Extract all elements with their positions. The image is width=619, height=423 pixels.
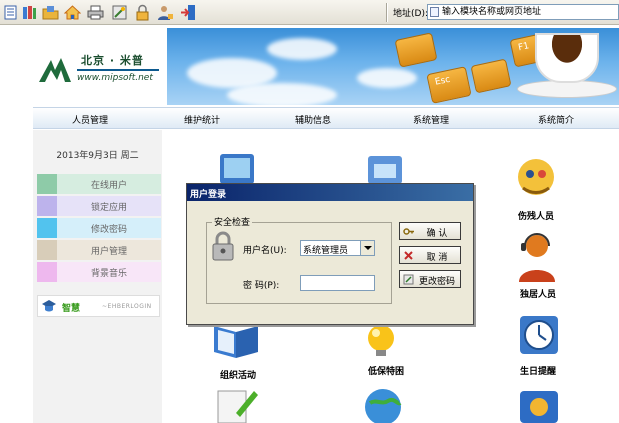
app-label-living-alone: 独居人员 bbox=[520, 290, 557, 300]
logo-chinese: 北京 · 米普 bbox=[81, 54, 144, 67]
main-nav: 人员管理 维护统计 辅助信息 系统管理 系统简介 bbox=[33, 107, 619, 129]
sidebar-item-user-management[interactable]: 用户管理 bbox=[37, 240, 161, 260]
logo-url: www.mipsoft.net bbox=[77, 73, 153, 83]
sidebar-brand: 智慧 ~EHBERLOGIN bbox=[37, 295, 160, 317]
logo-mark-icon bbox=[39, 58, 71, 82]
password-input[interactable] bbox=[300, 275, 375, 291]
nav-item-personnel[interactable]: 人员管理 bbox=[72, 113, 108, 126]
change-password-label: 更改密码 bbox=[418, 277, 455, 287]
confirm-button[interactable]: 确 认 bbox=[399, 222, 461, 240]
tools-folder-icon[interactable] bbox=[516, 383, 562, 423]
page-icon bbox=[430, 7, 439, 17]
toolbar-separator bbox=[386, 3, 388, 22]
color-swatch bbox=[37, 240, 57, 260]
key-icon bbox=[403, 228, 414, 235]
document-pen-icon[interactable] bbox=[210, 383, 262, 423]
home-icon[interactable] bbox=[64, 4, 81, 21]
list-icon[interactable] bbox=[2, 4, 19, 21]
birthday-clock-icon[interactable] bbox=[516, 312, 562, 358]
address-label: 地址(D): bbox=[393, 9, 428, 19]
cancel-button[interactable]: 取 消 bbox=[399, 246, 461, 264]
confirm-label: 确 认 bbox=[426, 229, 448, 239]
graduation-cap-icon bbox=[42, 300, 56, 312]
current-date: 2013年9月3日 周二 bbox=[56, 151, 139, 161]
chevron-down-icon[interactable] bbox=[360, 241, 374, 255]
sidebar-item-change-password[interactable]: 修改密码 bbox=[37, 218, 161, 238]
color-swatch bbox=[37, 174, 57, 194]
toolbar: 地址(D): 输入模块名称或网页地址 bbox=[0, 0, 619, 25]
exit-icon[interactable] bbox=[180, 4, 197, 21]
color-swatch bbox=[37, 262, 57, 282]
header-banner: Esc F1 bbox=[167, 28, 619, 105]
living-alone-icon[interactable] bbox=[515, 230, 559, 282]
nav-item-about[interactable]: 系统简介 bbox=[538, 113, 574, 126]
book-activity-icon[interactable] bbox=[210, 320, 262, 360]
printer-icon[interactable] bbox=[87, 4, 104, 21]
company-logo: 北京 · 米普 www.mipsoft.net bbox=[33, 28, 167, 105]
nav-item-system[interactable]: 系统管理 bbox=[413, 113, 449, 126]
hidden-app-icon[interactable] bbox=[360, 150, 410, 186]
sidebar-item-label: 锁定应用 bbox=[90, 203, 127, 213]
login-dialog: 用户登录 安全检查 用户名(U): 系统管理员 密 码(P): 确 认 取 消 … bbox=[186, 183, 474, 325]
color-swatch bbox=[37, 196, 57, 216]
folder-icon[interactable] bbox=[42, 4, 59, 21]
address-input[interactable]: 输入模块名称或网页地址 bbox=[427, 4, 619, 20]
username-value: 系统管理员 bbox=[303, 246, 349, 256]
subsidy-bulb-icon[interactable] bbox=[366, 320, 396, 358]
sidebar: 2013年9月3日 周二 在线用户 锁定应用 修改密码 用户管理 背景音乐 智慧… bbox=[33, 130, 162, 423]
close-icon bbox=[404, 251, 413, 260]
padlock-icon bbox=[212, 231, 234, 261]
sidebar-item-lock-app[interactable]: 锁定应用 bbox=[37, 196, 161, 216]
lock-icon[interactable] bbox=[134, 4, 151, 21]
tools-icon[interactable] bbox=[111, 4, 128, 21]
change-password-button[interactable]: 更改密码 bbox=[399, 270, 461, 288]
keyboard-key bbox=[470, 58, 512, 94]
sidebar-item-online-users[interactable]: 在线用户 bbox=[37, 174, 161, 194]
cloud bbox=[357, 68, 417, 88]
logo-divider bbox=[77, 69, 159, 71]
brand-chinese: 智慧 bbox=[62, 304, 81, 314]
sidebar-item-label: 背景音乐 bbox=[90, 269, 127, 279]
disabled-person-icon[interactable] bbox=[513, 154, 559, 200]
user-lock-icon[interactable] bbox=[157, 4, 174, 21]
app-label-birthday: 生日提醒 bbox=[520, 367, 557, 377]
app-label-disabled: 伤残人员 bbox=[518, 212, 555, 222]
address-placeholder: 输入模块名称或网页地址 bbox=[442, 7, 542, 17]
nav-item-aux-info[interactable]: 辅助信息 bbox=[295, 113, 331, 126]
globe-icon[interactable] bbox=[360, 383, 406, 423]
password-label: 密 码(P): bbox=[243, 281, 280, 291]
hidden-app-icon[interactable] bbox=[212, 150, 262, 186]
cloud bbox=[267, 38, 337, 60]
sidebar-item-label: 用户管理 bbox=[90, 247, 127, 257]
sidebar-item-label: 修改密码 bbox=[90, 225, 127, 235]
color-swatch bbox=[37, 218, 57, 238]
keyboard-key bbox=[394, 32, 438, 68]
sidebar-item-bg-music[interactable]: 背景音乐 bbox=[37, 262, 161, 282]
keyboard-key: Esc bbox=[426, 66, 472, 104]
cancel-label: 取 消 bbox=[426, 253, 448, 263]
books-icon[interactable] bbox=[21, 4, 38, 21]
sidebar-item-label: 在线用户 bbox=[90, 181, 127, 191]
dialog-title[interactable]: 用户登录 bbox=[187, 184, 473, 201]
app-label-subsidy: 低保特困 bbox=[368, 367, 405, 377]
brand-english: ~EHBERLOGIN bbox=[102, 303, 152, 310]
username-label: 用户名(U): bbox=[243, 246, 287, 256]
cloud bbox=[227, 83, 337, 105]
nav-item-stats[interactable]: 维护统计 bbox=[184, 113, 220, 126]
edit-password-icon bbox=[403, 274, 414, 285]
coffee-cup-icon bbox=[535, 33, 599, 83]
group-label: 安全检查 bbox=[212, 215, 253, 228]
app-label-activity: 组织活动 bbox=[220, 371, 257, 381]
username-select[interactable]: 系统管理员 bbox=[300, 240, 375, 256]
